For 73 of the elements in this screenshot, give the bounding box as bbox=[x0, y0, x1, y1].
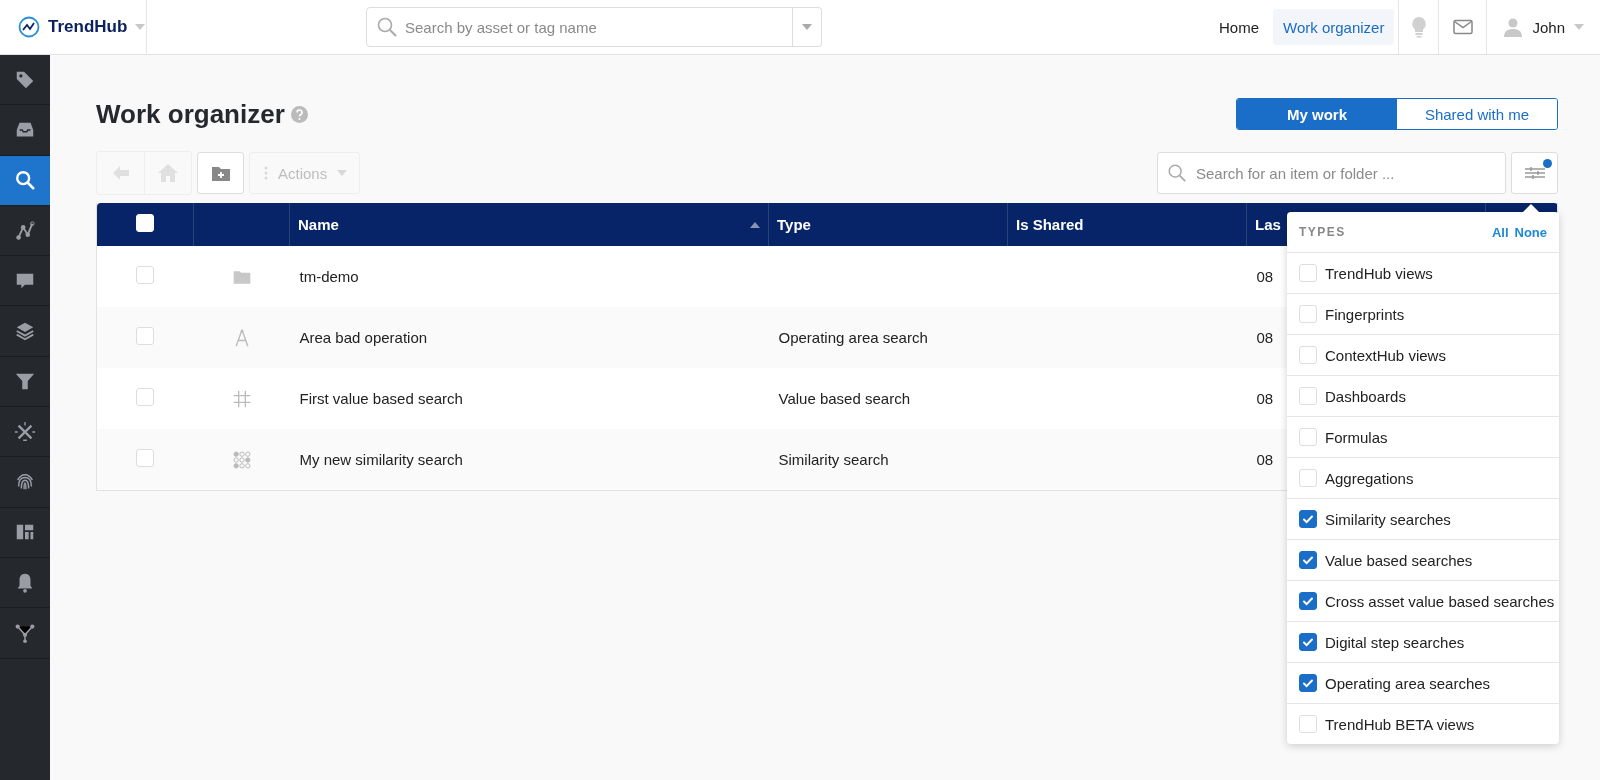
checkbox[interactable] bbox=[1299, 592, 1317, 610]
check-icon bbox=[1302, 595, 1314, 607]
checkbox[interactable] bbox=[1299, 633, 1317, 651]
select-none-link[interactable]: None bbox=[1514, 224, 1547, 240]
option-label[interactable]: Aggregations bbox=[1325, 469, 1414, 487]
item-name[interactable]: tm-demo bbox=[299, 268, 359, 285]
checkbox[interactable] bbox=[1299, 674, 1317, 692]
view-tab[interactable]: Shared with me bbox=[1397, 99, 1557, 129]
sliders-icon bbox=[1524, 165, 1545, 181]
dot-grid-icon bbox=[231, 449, 252, 470]
kebab-icon bbox=[264, 166, 268, 180]
search-field[interactable]: Search by asset or tag name bbox=[366, 7, 793, 47]
option-label[interactable]: Value based searches bbox=[1325, 551, 1473, 569]
caret-icon bbox=[337, 170, 348, 176]
help-icon bbox=[290, 105, 308, 123]
option-label[interactable]: Similarity searches bbox=[1325, 510, 1451, 528]
user-menu[interactable]: John bbox=[1486, 0, 1600, 54]
check-icon bbox=[1302, 636, 1314, 648]
caret-icon bbox=[1574, 24, 1584, 30]
hash-icon bbox=[231, 388, 252, 409]
app-name: TrendHub bbox=[48, 17, 128, 37]
item-name[interactable]: First value based search bbox=[299, 390, 463, 407]
caret-icon bbox=[135, 24, 146, 30]
option-label[interactable]: Digital step searches bbox=[1325, 633, 1465, 651]
filter-button[interactable] bbox=[1511, 152, 1558, 194]
table-cell: 08 bbox=[1256, 329, 1274, 346]
item-type: Operating area search bbox=[778, 329, 928, 346]
nodes-icon bbox=[14, 219, 36, 242]
check-icon bbox=[1302, 554, 1314, 566]
option-label[interactable]: Fingerprints bbox=[1325, 305, 1405, 323]
caret-icon bbox=[802, 24, 812, 30]
item-search-field[interactable]: Search for an item or folder ... bbox=[1157, 152, 1506, 194]
nav-link[interactable]: Home bbox=[1209, 9, 1270, 45]
item-type: Value based search bbox=[778, 390, 910, 407]
sidebar-item[interactable] bbox=[0, 155, 50, 206]
item-name[interactable]: Area bad operation bbox=[299, 329, 428, 346]
item-name[interactable]: My new similarity search bbox=[299, 451, 463, 468]
option-label[interactable]: ContextHub views bbox=[1325, 346, 1446, 364]
search-icon bbox=[1167, 163, 1187, 183]
option-label[interactable]: TrendHub views bbox=[1325, 264, 1433, 282]
column-header[interactable]: Name bbox=[289, 203, 769, 246]
view-tab[interactable]: My work bbox=[1237, 99, 1397, 129]
page-title: Work organizer bbox=[96, 98, 285, 130]
item-type: Similarity search bbox=[778, 451, 889, 468]
logo-icon bbox=[18, 16, 40, 38]
option-label[interactable]: Operating area searches bbox=[1325, 674, 1491, 692]
checkbox[interactable] bbox=[1299, 551, 1317, 569]
lightbulb-icon bbox=[1410, 16, 1427, 38]
user-icon bbox=[1503, 17, 1524, 37]
table-cell: 08 bbox=[1256, 390, 1274, 407]
search-icon bbox=[14, 169, 36, 192]
search-icon bbox=[376, 16, 398, 38]
arrow-left-icon bbox=[112, 166, 129, 180]
check-icon bbox=[1302, 677, 1314, 689]
folder-plus-icon bbox=[211, 165, 230, 181]
checkbox[interactable] bbox=[1299, 510, 1317, 528]
column-header[interactable]: Is Shared bbox=[1007, 203, 1247, 246]
envelope-icon bbox=[1452, 19, 1473, 35]
option-label[interactable]: Formulas bbox=[1325, 428, 1388, 446]
table-cell: 08 bbox=[1256, 451, 1274, 468]
option-label[interactable]: Cross asset value based searches bbox=[1325, 592, 1555, 610]
option-label[interactable]: TrendHub BETA views bbox=[1325, 715, 1475, 733]
select-all-link[interactable]: All bbox=[1491, 224, 1509, 240]
crossed-tools-icon bbox=[14, 420, 36, 443]
option-label[interactable]: Dashboards bbox=[1325, 387, 1406, 405]
new-folder-button[interactable] bbox=[197, 152, 244, 194]
check-icon bbox=[1302, 513, 1314, 525]
nav-link[interactable]: Work organizer bbox=[1273, 9, 1395, 45]
column-header[interactable]: Type bbox=[768, 203, 1008, 246]
menu-heading: TYPES bbox=[1299, 225, 1346, 239]
layers-icon bbox=[14, 320, 36, 343]
home-icon bbox=[158, 164, 178, 182]
table-cell: 08 bbox=[1256, 268, 1274, 285]
